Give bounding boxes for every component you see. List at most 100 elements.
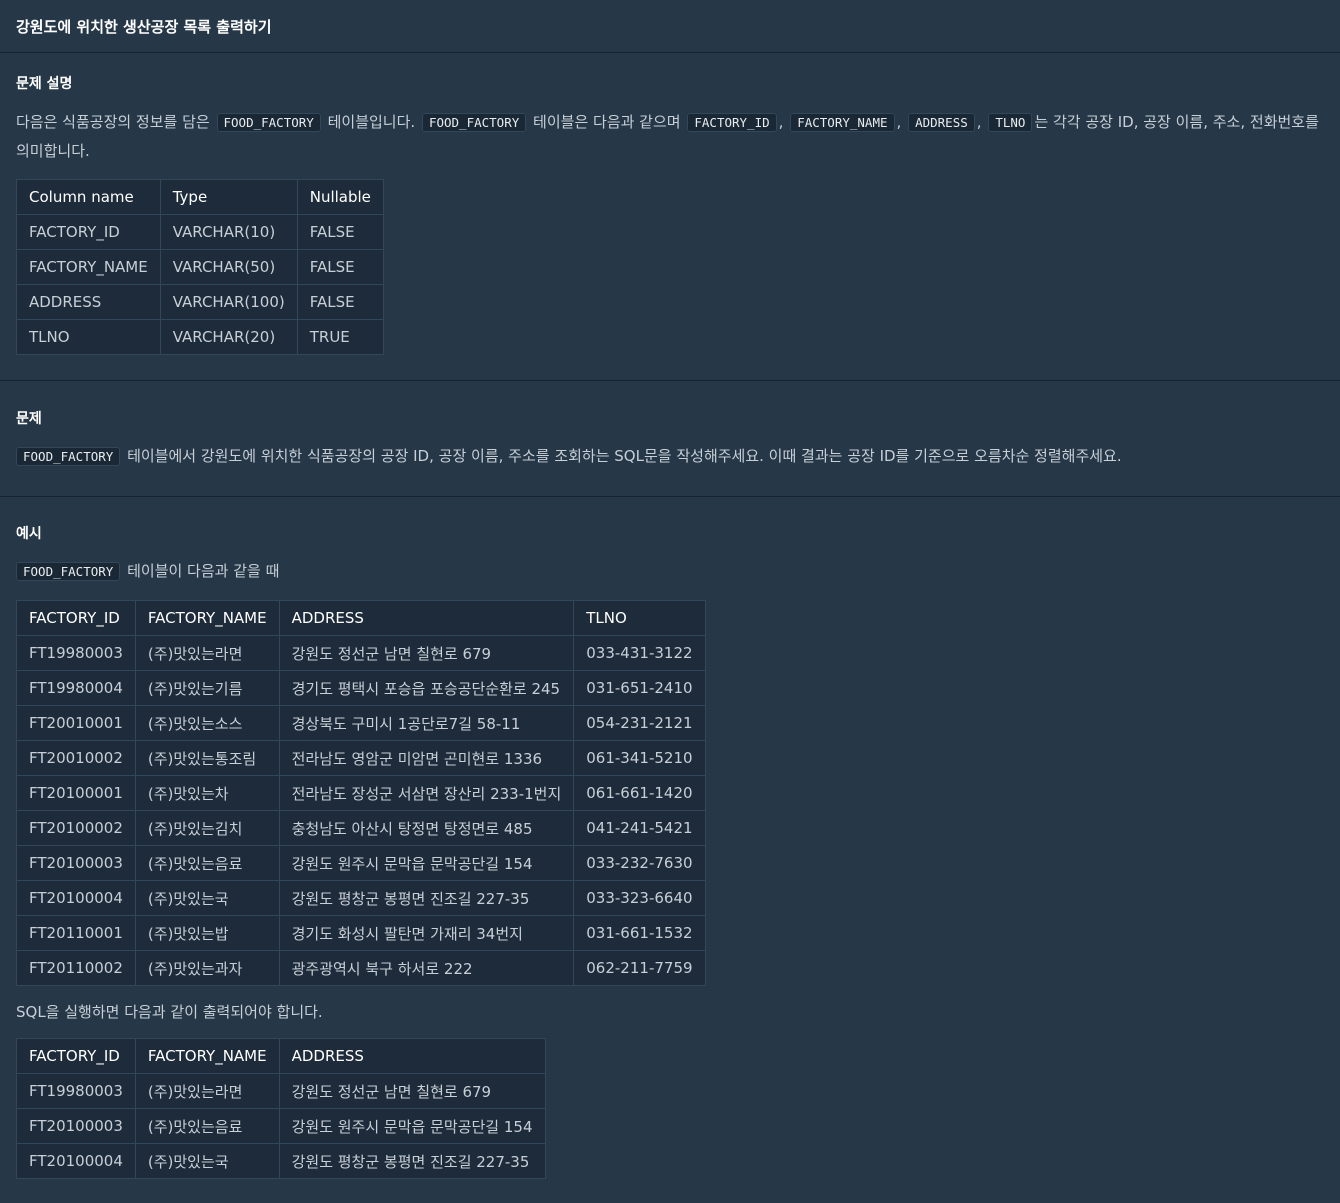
table-cell: 경기도 화성시 팔탄면 가재리 34번지 xyxy=(278,915,575,951)
table-cell: 광주광역시 북구 하서로 222 xyxy=(278,950,575,986)
table-cell: (주)맛있는기름 xyxy=(134,670,280,706)
column-header: Column name xyxy=(16,179,161,215)
table-cell: VARCHAR(100) xyxy=(159,284,298,320)
table-cell: 강원도 평창군 봉평면 진조길 227-35 xyxy=(278,880,575,916)
table-row: FT20110002 (주)맛있는과자 광주광역시 북구 하서로 222 062-21… xyxy=(16,950,706,986)
example-output-table: FACTORY_ID FACTORY_NAME ADDRESS FT19980003… xyxy=(16,1038,546,1179)
table-cell: (주)맛있는국 xyxy=(134,1143,280,1179)
table-cell: TLNO xyxy=(16,319,161,355)
column-header: ADDRESS xyxy=(278,600,575,636)
table-cell: FT20010001 xyxy=(16,705,136,741)
table-cell: FT20110002 xyxy=(16,950,136,986)
table-cell: 강원도 원주시 문막읍 문막공단길 154 xyxy=(278,1108,546,1144)
code-factory-name: FACTORY_NAME xyxy=(790,113,895,132)
table-header-row: FACTORY_ID FACTORY_NAME ADDRESS xyxy=(16,1038,546,1074)
table-cell: 충청남도 아산시 탕정면 탕정면로 485 xyxy=(278,810,575,846)
table-cell: 041-241-5421 xyxy=(573,810,706,846)
table-cell: 강원도 정선군 남면 칠현로 679 xyxy=(278,635,575,671)
column-header: ADDRESS xyxy=(278,1038,546,1074)
table-cell: 전라남도 장성군 서삼면 장산리 233-1번지 xyxy=(278,775,575,811)
code-food-factory: FOOD_FACTORY xyxy=(16,447,121,466)
table-cell: FT20100003 xyxy=(16,1108,136,1144)
table-cell: FT20110001 xyxy=(16,915,136,951)
page-title: 강원도에 위치한 생산공장 목록 출력하기 xyxy=(16,17,272,36)
table-row: FT20100004 (주)맛있는국 강원도 평창군 봉평면 진조길 227-35 0… xyxy=(16,880,706,916)
example-input-table: FACTORY_ID FACTORY_NAME ADDRESS TLNO FT1998… xyxy=(16,600,706,986)
table-header-row: FACTORY_ID FACTORY_NAME ADDRESS TLNO xyxy=(16,600,706,636)
table-cell: 061-661-1420 xyxy=(573,775,706,811)
table-cell: 033-431-3122 xyxy=(573,635,706,671)
table-cell: 전라남도 영암군 미암면 곤미현로 1336 xyxy=(278,740,575,776)
column-header: FACTORY_ID xyxy=(16,1038,136,1074)
description-text: 다음은 식품공장의 정보를 담은 FOOD_FACTORY 테이블입니다. FO… xyxy=(16,113,1319,160)
table-cell: FALSE xyxy=(296,249,384,285)
table-cell: FALSE xyxy=(296,214,384,250)
table-cell: 강원도 정선군 남면 칠현로 679 xyxy=(278,1073,546,1109)
table-cell: FT19980003 xyxy=(16,1073,136,1109)
table-cell: 경상북도 구미시 1공단로7길 58-11 xyxy=(278,705,575,741)
table-header-row: Column name Type Nullable xyxy=(16,179,384,215)
table-row: ADDRESS VARCHAR(100) FALSE xyxy=(16,284,384,320)
code-food-factory: FOOD_FACTORY xyxy=(216,113,321,132)
table-cell: VARCHAR(10) xyxy=(159,214,298,250)
table-cell: 031-661-1532 xyxy=(573,915,706,951)
table-cell: FACTORY_ID xyxy=(16,214,161,250)
table-row: FT20100003 (주)맛있는음료 강원도 원주시 문막읍 문막공단길 154 xyxy=(16,1108,546,1144)
table-cell: ADDRESS xyxy=(16,284,161,320)
table-cell: (주)맛있는음료 xyxy=(134,1108,280,1144)
table-cell: (주)맛있는밥 xyxy=(134,915,280,951)
table-row: FT19980003 (주)맛있는라면 강원도 정선군 남면 칠현로 679 033-… xyxy=(16,635,706,671)
example-intro-text: FOOD_FACTORY 테이블이 다음과 같을 때 xyxy=(16,557,1340,586)
table-cell: FACTORY_NAME xyxy=(16,249,161,285)
table-cell: (주)맛있는소스 xyxy=(134,705,280,741)
table-row: FT20110001 (주)맛있는밥 경기도 화성시 팔탄면 가재리 34번지 031… xyxy=(16,915,706,951)
table-cell: VARCHAR(50) xyxy=(159,249,298,285)
table-row: FACTORY_ID VARCHAR(10) FALSE xyxy=(16,214,384,250)
table-cell: FALSE xyxy=(296,284,384,320)
code-address: ADDRESS xyxy=(908,113,975,132)
result-text: SQL을 실행하면 다음과 같이 출력되어야 합니다. xyxy=(16,1003,323,1021)
description-heading: 문제 설명 xyxy=(16,76,73,92)
table-cell: (주)맛있는김치 xyxy=(134,810,280,846)
table-row: TLNO VARCHAR(20) TRUE xyxy=(16,319,384,355)
table-row: FT20100002 (주)맛있는김치 충청남도 아산시 탕정면 탕정면로 485 0… xyxy=(16,810,706,846)
problem-content: 문제 설명 다음은 식품공장의 정보를 담은 FOOD_FACTORY 테이블입… xyxy=(0,53,1340,1179)
table-cell: FT20100002 xyxy=(16,810,136,846)
problem-heading: 문제 xyxy=(16,411,42,427)
table-cell: (주)맛있는라면 xyxy=(134,1073,280,1109)
table-cell: 강원도 평창군 봉평면 진조길 227-35 xyxy=(278,1143,546,1179)
table-row: FT20010002 (주)맛있는통조림 전라남도 영암군 미암면 곤미현로 133… xyxy=(16,740,706,776)
table-cell: FT20100004 xyxy=(16,880,136,916)
table-cell: FT20100001 xyxy=(16,775,136,811)
table-cell: FT20100003 xyxy=(16,845,136,881)
table-cell: FT19980003 xyxy=(16,635,136,671)
table-cell: (주)맛있는차 xyxy=(134,775,280,811)
table-cell: 경기도 평택시 포승읍 포승공단순환로 245 xyxy=(278,670,575,706)
table-row: FT19980004 (주)맛있는기름 경기도 평택시 포승읍 포승공단순환로 24… xyxy=(16,670,706,706)
table-row: FT20010001 (주)맛있는소스 경상북도 구미시 1공단로7길 58-11 0… xyxy=(16,705,706,741)
table-row: FT20100003 (주)맛있는음료 강원도 원주시 문막읍 문막공단길 154 0… xyxy=(16,845,706,881)
table-cell: 033-323-6640 xyxy=(573,880,706,916)
title-bar: 강원도에 위치한 생산공장 목록 출력하기 xyxy=(0,0,1340,53)
table-cell: VARCHAR(20) xyxy=(159,319,298,355)
table-cell: TRUE xyxy=(296,319,384,355)
table-cell: 031-651-2410 xyxy=(573,670,706,706)
column-header: Nullable xyxy=(296,179,384,215)
column-header: FACTORY_NAME xyxy=(134,1038,280,1074)
problem-text: FOOD_FACTORY 테이블에서 강원도에 위치한 식품공장의 공장 ID,… xyxy=(16,442,1340,471)
table-cell: (주)맛있는국 xyxy=(134,880,280,916)
table-row: FT20100001 (주)맛있는차 전라남도 장성군 서삼면 장산리 233-1번… xyxy=(16,775,706,811)
table-row: FACTORY_NAME VARCHAR(50) FALSE xyxy=(16,249,384,285)
schema-table: Column name Type Nullable FACTORY_ID VARCHA… xyxy=(16,179,384,355)
table-cell: FT20010002 xyxy=(16,740,136,776)
column-header: Type xyxy=(159,179,298,215)
example-heading: 예시 xyxy=(16,526,42,542)
table-cell: 054-231-2121 xyxy=(573,705,706,741)
table-cell: FT19980004 xyxy=(16,670,136,706)
table-cell: 062-211-7759 xyxy=(573,950,706,986)
code-food-factory: FOOD_FACTORY xyxy=(421,113,527,132)
code-food-factory: FOOD_FACTORY xyxy=(16,562,121,581)
column-header: TLNO xyxy=(573,600,706,636)
table-cell: (주)맛있는라면 xyxy=(134,635,280,671)
code-tlno: TLNO xyxy=(988,113,1033,132)
